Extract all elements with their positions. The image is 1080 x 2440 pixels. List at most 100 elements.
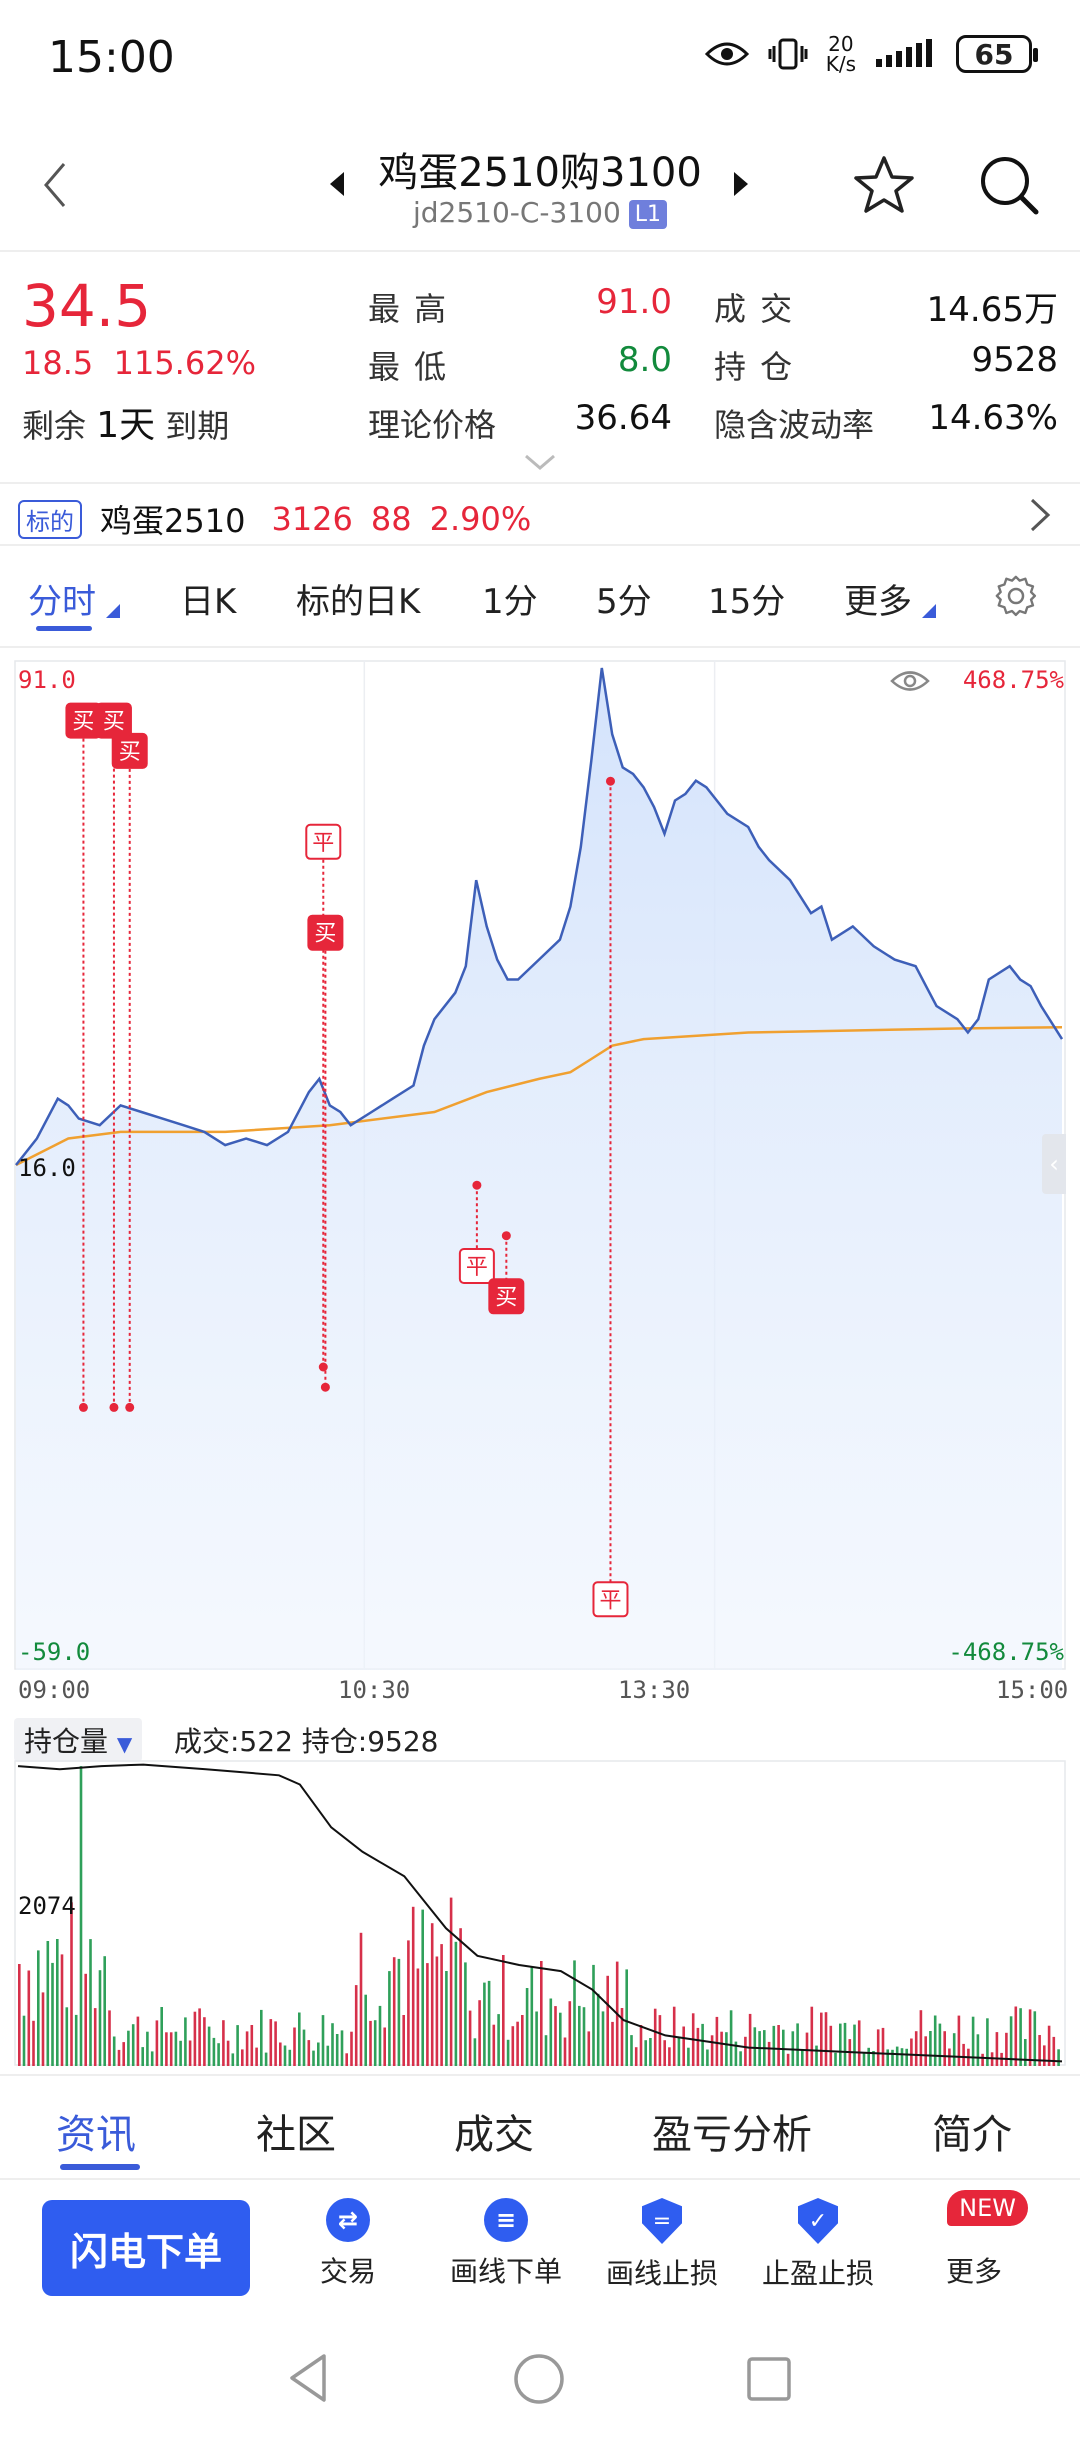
volume-bar [687, 2047, 690, 2066]
low-value: 8.0 [617, 340, 672, 380]
volume-bar [74, 2014, 78, 2066]
volume-bar [27, 1970, 31, 2066]
tab-dropdown-icon [106, 604, 120, 618]
price-area [16, 668, 1062, 1670]
tab-more[interactable]: 更多 [844, 574, 912, 623]
system-nav-bar [0, 2320, 1080, 2440]
trade-marker-label: 买 [119, 740, 141, 765]
volume-bar [117, 2049, 121, 2066]
volume-bar [1005, 2032, 1008, 2066]
next-contract-icon[interactable] [734, 172, 748, 196]
volume-bar [459, 1928, 462, 2066]
volume-bar [601, 2011, 605, 2066]
volume-bar [843, 2022, 847, 2066]
chevron-right-icon[interactable] [1028, 496, 1052, 534]
status-time: 15:00 [48, 32, 175, 83]
btab-intro[interactable]: 简介 [932, 2102, 1012, 2160]
eye-icon [704, 42, 749, 66]
draw-line-order-action[interactable]: ≡ 画线下单 [436, 2198, 576, 2290]
volume-bar [649, 2038, 652, 2066]
btab-community[interactable]: 社区 [256, 2102, 336, 2160]
volume-bar [350, 2031, 353, 2066]
tab-5min[interactable]: 5分 [596, 574, 652, 623]
search-icon[interactable] [978, 154, 1040, 216]
tab-15min[interactable]: 15分 [708, 574, 785, 623]
shield-check-icon: ✓ [798, 2198, 838, 2244]
nav-home-icon[interactable] [512, 2352, 566, 2406]
btab-news[interactable]: 资讯 [56, 2102, 136, 2160]
expand-chevron-icon[interactable] [522, 452, 558, 472]
volume-bar [525, 1988, 529, 2066]
eye-toggle-icon[interactable] [890, 668, 930, 694]
volume-bar [312, 2050, 315, 2066]
settings-gear-icon[interactable] [994, 574, 1038, 618]
volume-bar [464, 1962, 467, 2066]
draw-line-stop-action[interactable]: = 画线止损 [592, 2198, 732, 2292]
btab-pnl-analysis[interactable]: 盈亏分析 [652, 2102, 812, 2160]
volume-bar [981, 2053, 984, 2066]
days-to-expire: 剩余 1天 到期 [22, 405, 230, 446]
volume-bar [540, 1961, 543, 2066]
tab-more-dropdown-icon [922, 604, 936, 618]
nav-back-icon[interactable] [284, 2350, 332, 2406]
volume-bar [18, 1964, 21, 2066]
time-tick-open: 09:00 [18, 1676, 91, 1704]
btab-trades[interactable]: 成交 [454, 2102, 534, 2160]
shield-icon: = [642, 2198, 682, 2244]
volume-bar [184, 2017, 187, 2066]
action-bar: 闪电下单 ⇄ 交易 ≡ 画线下单 = 画线止损 ✓ 止盈止损 更多 NEW [0, 2180, 1080, 2316]
iv-label: 隐含波动率 [714, 406, 875, 444]
signal-icon [876, 39, 932, 67]
volume-bar [483, 1982, 486, 2066]
volume-bar [155, 2020, 159, 2066]
flash-order-button[interactable]: 闪电下单 [42, 2200, 250, 2296]
volume-bar [1014, 2006, 1018, 2066]
volume-info: 成交:522 持仓:9528 [174, 1725, 439, 1758]
volume-bar [288, 2049, 292, 2066]
volume-bar [910, 2038, 913, 2066]
underlying-change: 88 [370, 500, 412, 538]
volume-bar [729, 2010, 733, 2066]
volume-bar [596, 1993, 600, 2066]
volume-bar [364, 1994, 367, 2066]
tab-underlying-daily-k[interactable]: 标的日K [296, 574, 420, 623]
volume-bar [644, 2040, 647, 2066]
volume-bar [663, 2040, 666, 2066]
volume-indicator-select[interactable]: 持仓量 ▼ [14, 1718, 143, 1762]
volume-bar [354, 1985, 358, 2066]
volume-bar [302, 2029, 306, 2066]
underlying-price: 3126 [271, 500, 353, 538]
tab-timeshare[interactable]: 分时 [28, 574, 96, 623]
new-badge: NEW [947, 2190, 1028, 2226]
trade-marker-label: 买 [495, 1285, 517, 1310]
volume-bar [207, 2026, 211, 2066]
volume-bar [1057, 2049, 1060, 2066]
underlying-bar[interactable]: 标的 鸡蛋2510 3126 88 2.90% [0, 484, 1080, 546]
volume-bar [592, 1964, 595, 2066]
volume-bar [122, 2042, 125, 2066]
volume-bar [853, 2024, 856, 2066]
trade-marker-dot [125, 1402, 135, 1412]
volume-bar [995, 2032, 999, 2066]
battery-icon: 65 [956, 35, 1038, 73]
pct-axis-top: 468.75% [962, 666, 1064, 694]
side-panel-handle[interactable]: ‹ [1042, 1134, 1066, 1194]
volume-bar [98, 1970, 102, 2066]
volume-bar [160, 2007, 163, 2066]
volume-bar [563, 2037, 567, 2066]
nav-recents-icon[interactable] [744, 2354, 794, 2404]
volume-bar [402, 2015, 405, 2066]
volume-bar [449, 1897, 453, 2066]
volume-bar [587, 2031, 591, 2066]
volume-bar [824, 2012, 828, 2066]
tab-daily-k[interactable]: 日K [180, 574, 236, 623]
tab-1min[interactable]: 1分 [482, 574, 538, 623]
volume-bar [606, 1975, 609, 2066]
trade-action[interactable]: ⇄ 交易 [278, 2198, 418, 2290]
volume-bar [383, 2027, 386, 2066]
take-profit-stop-loss-action[interactable]: ✓ 止盈止损 [748, 2198, 888, 2292]
star-icon[interactable] [852, 154, 916, 216]
header: 鸡蛋2510购3100 jd2510-C-3100 L1 [0, 120, 1080, 252]
price-chart[interactable]: 买买买平买平买平 91.0 16.0 -59.0 468.75% -468.75… [14, 660, 1066, 1670]
volume-chart[interactable]: 2074 [14, 1760, 1066, 2066]
